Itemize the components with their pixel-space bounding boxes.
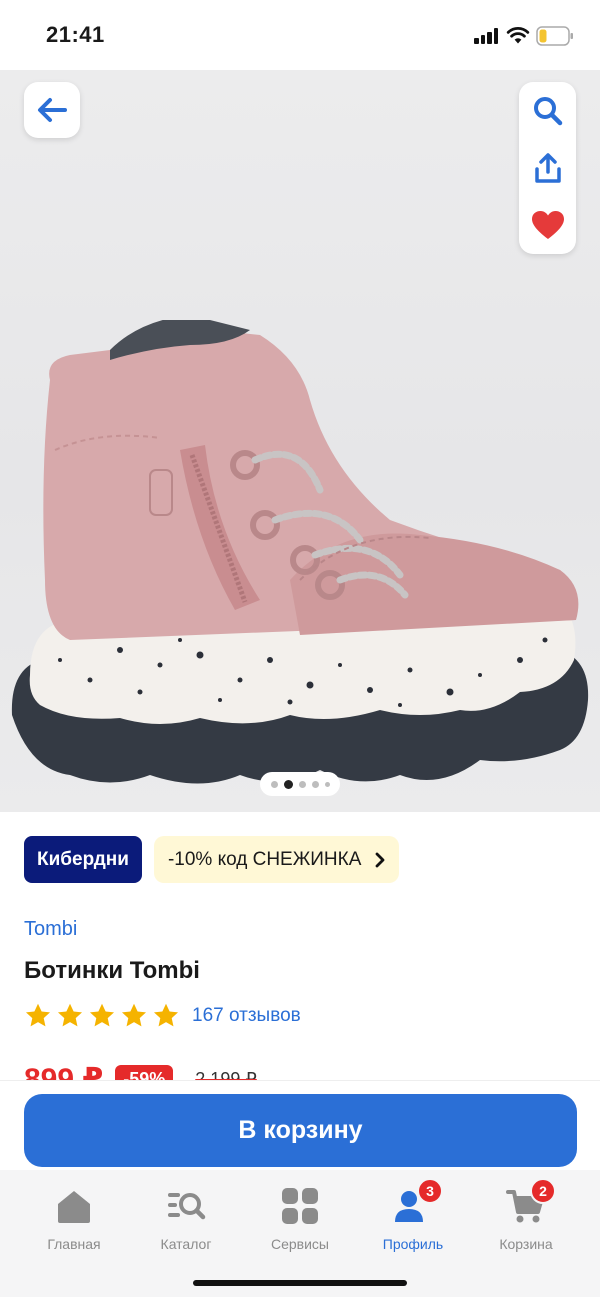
- product-image[interactable]: [0, 320, 600, 800]
- promo-code-label: -10% код СНЕЖИНКА: [167, 848, 362, 870]
- share-icon: [534, 153, 561, 183]
- pagination-dot[interactable]: [311, 780, 319, 788]
- nav-item-home[interactable]: Главная: [19, 1186, 129, 1266]
- pagination-dot[interactable]: [270, 780, 278, 788]
- nav-item-profile[interactable]: 3 Профиль: [358, 1178, 468, 1266]
- nav-label-cart: Корзина: [499, 1236, 553, 1252]
- status-bar: 21:41: [0, 0, 600, 70]
- current-price: 899 ₽: [24, 1063, 104, 1081]
- nav-label-catalog: Каталог: [160, 1236, 212, 1252]
- pagination-dot[interactable]: [324, 781, 330, 787]
- star-icon: [89, 1003, 115, 1027]
- nav-label-home: Главная: [47, 1236, 101, 1252]
- add-to-cart-bar: В корзину: [0, 1080, 600, 1170]
- search-button[interactable]: [519, 83, 576, 139]
- star-icon: [121, 1003, 147, 1027]
- favorite-button[interactable]: [519, 197, 576, 253]
- nav-label-services: Сервисы: [270, 1236, 329, 1252]
- promo-code-badge[interactable]: -10% код СНЕЖИНКА: [153, 836, 400, 883]
- home-indicator: [193, 1280, 407, 1286]
- signal-icon: [474, 28, 500, 44]
- product-gallery[interactable]: [0, 70, 600, 812]
- star-icon: [153, 1003, 179, 1027]
- pagination-dot-active[interactable]: [283, 779, 293, 789]
- star-icon: [57, 1003, 83, 1027]
- brand-link[interactable]: Tombi: [24, 918, 77, 941]
- rating-row[interactable]: 167 отзывов: [24, 1002, 301, 1030]
- wifi-icon: [506, 27, 530, 44]
- battery-icon: [536, 26, 573, 46]
- nav-label-profile: Профиль: [382, 1236, 444, 1252]
- catalog-search-icon: [168, 1193, 206, 1220]
- nav-item-services[interactable]: Сервисы: [245, 1186, 355, 1266]
- promo-event-badge[interactable]: Кибердни: [24, 836, 142, 883]
- product-title: Ботинки Tombi: [24, 957, 200, 984]
- search-icon: [533, 97, 562, 126]
- pagination-dot[interactable]: [298, 780, 306, 788]
- action-buttons: [519, 82, 576, 254]
- cart-badge: 2: [530, 1178, 556, 1204]
- services-icon: [282, 1188, 318, 1224]
- gallery-pagination[interactable]: [260, 772, 340, 796]
- badges-row: Кибердни -10% код СНЕЖИНКА: [24, 836, 400, 883]
- bottom-navigation: Главная Каталог Сервисы 3 Профиль 2 Корз…: [0, 1170, 600, 1297]
- reviews-link[interactable]: 167 отзывов: [192, 1005, 301, 1027]
- add-to-cart-button[interactable]: В корзину: [24, 1094, 577, 1167]
- cart-icon-wrap: 2: [506, 1178, 556, 1226]
- status-time: 21:41: [46, 22, 105, 47]
- back-button[interactable]: [24, 82, 80, 138]
- discount-badge: -59%: [115, 1065, 174, 1081]
- price-row: 899 ₽ -59% 2 199 ₽: [24, 1057, 584, 1081]
- star-icon: [25, 1003, 51, 1027]
- profile-badge: 3: [417, 1178, 443, 1204]
- nav-item-cart[interactable]: 2 Корзина: [471, 1178, 581, 1266]
- arrow-left-icon: [38, 98, 67, 122]
- profile-icon-wrap: 3: [393, 1178, 443, 1226]
- home-icon: [58, 1191, 90, 1223]
- nav-item-catalog[interactable]: Каталог: [131, 1186, 241, 1266]
- heart-icon: [531, 211, 564, 239]
- share-button[interactable]: [519, 140, 576, 196]
- chevron-right-icon: [375, 852, 385, 867]
